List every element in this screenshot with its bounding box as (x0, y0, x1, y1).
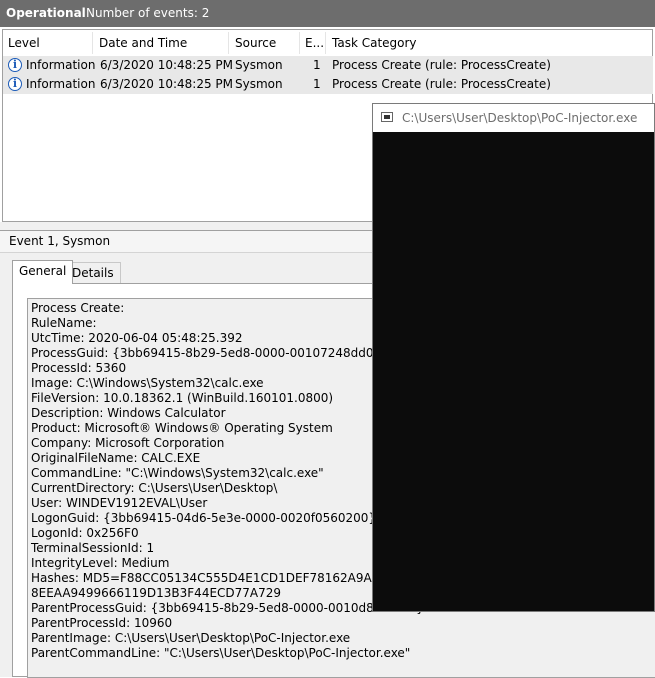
detail-line: Product: Microsoft® Windows® Operating S… (31, 421, 333, 435)
row-level: Information (26, 77, 96, 91)
detail-line: LogonGuid: {3bb69415-04d6-5e3e-0000-0020… (31, 511, 377, 525)
log-name: Operational (6, 6, 86, 20)
row-level: Information (26, 58, 96, 72)
event-detail-title: Event 1, Sysmon (9, 234, 111, 248)
row-task-category: Process Create (rule: ProcessCreate) (332, 58, 551, 72)
console-title-bar[interactable]: C:\Users\User\Desktop\PoC-Injector.exe (373, 104, 654, 132)
tab-details[interactable]: Details (65, 262, 121, 284)
detail-line: ParentCommandLine: "C:\Users\User\Deskto… (31, 646, 411, 660)
detail-line: ProcessId: 5360 (31, 361, 127, 375)
detail-line: RuleName: (31, 316, 97, 330)
column-header-event-id[interactable]: E... (300, 32, 326, 54)
detail-line: Description: Windows Calculator (31, 406, 226, 420)
row-date-time: 6/3/2020 10:48:25 PM (100, 58, 234, 72)
console-window[interactable]: C:\Users\User\Desktop\PoC-Injector.exe (372, 103, 655, 612)
row-source: Sysmon (235, 77, 283, 91)
info-icon: i (8, 58, 22, 72)
detail-line: ParentProcessId: 10960 (31, 616, 173, 630)
table-row[interactable]: i Information 6/3/2020 10:48:25 PM Sysmo… (3, 75, 653, 94)
row-date-time: 6/3/2020 10:48:25 PM (100, 77, 234, 91)
detail-line: TerminalSessionId: 1 (31, 541, 155, 555)
table-row[interactable]: i Information 6/3/2020 10:48:25 PM Sysmo… (3, 56, 653, 75)
event-count: Number of events: 2 (86, 6, 210, 20)
row-event-id: 1 (313, 77, 321, 91)
detail-line: FileVersion: 10.0.18362.1 (WinBuild.1601… (31, 391, 334, 405)
detail-line: 8EEAA9499666119D13B3F44ECD77A729 (31, 586, 282, 600)
detail-line: ProcessGuid: {3bb69415-8b29-5ed8-0000-00… (31, 346, 389, 360)
row-source: Sysmon (235, 58, 283, 72)
console-window-icon (381, 112, 393, 122)
info-icon: i (8, 77, 22, 91)
detail-line: User: WINDEV1912EVAL\User (31, 496, 208, 510)
detail-line: Company: Microsoft Corporation (31, 436, 225, 450)
column-header-date-time[interactable]: Date and Time (94, 32, 229, 54)
detail-line: IntegrityLevel: Medium (31, 556, 170, 570)
detail-line: OriginalFileName: CALC.EXE (31, 451, 201, 465)
detail-line: ParentImage: C:\Users\User\Desktop\PoC-I… (31, 631, 351, 645)
console-title: C:\Users\User\Desktop\PoC-Injector.exe (402, 111, 638, 125)
column-header-level[interactable]: Level (3, 32, 93, 54)
row-task-category: Process Create (rule: ProcessCreate) (332, 77, 551, 91)
detail-line: Process Create: (31, 301, 125, 315)
detail-line: UtcTime: 2020-06-04 05:48:25.392 (31, 331, 243, 345)
detail-line: Image: C:\Windows\System32\calc.exe (31, 376, 264, 390)
column-header-source[interactable]: Source (230, 32, 300, 54)
detail-line: LogonId: 0x256F0 (31, 526, 139, 540)
detail-line: CommandLine: "C:\Windows\System32\calc.e… (31, 466, 324, 480)
log-header-bar: Operational Number of events: 2 (0, 0, 655, 27)
detail-line: CurrentDirectory: C:\Users\User\Desktop\ (31, 481, 278, 495)
column-header-task-category[interactable]: Task Category (327, 32, 647, 54)
row-event-id: 1 (313, 58, 321, 72)
detail-line: ParentProcessGuid: {3bb69415-8b29-5ed8-0… (31, 601, 424, 615)
tab-general[interactable]: General (12, 260, 74, 284)
